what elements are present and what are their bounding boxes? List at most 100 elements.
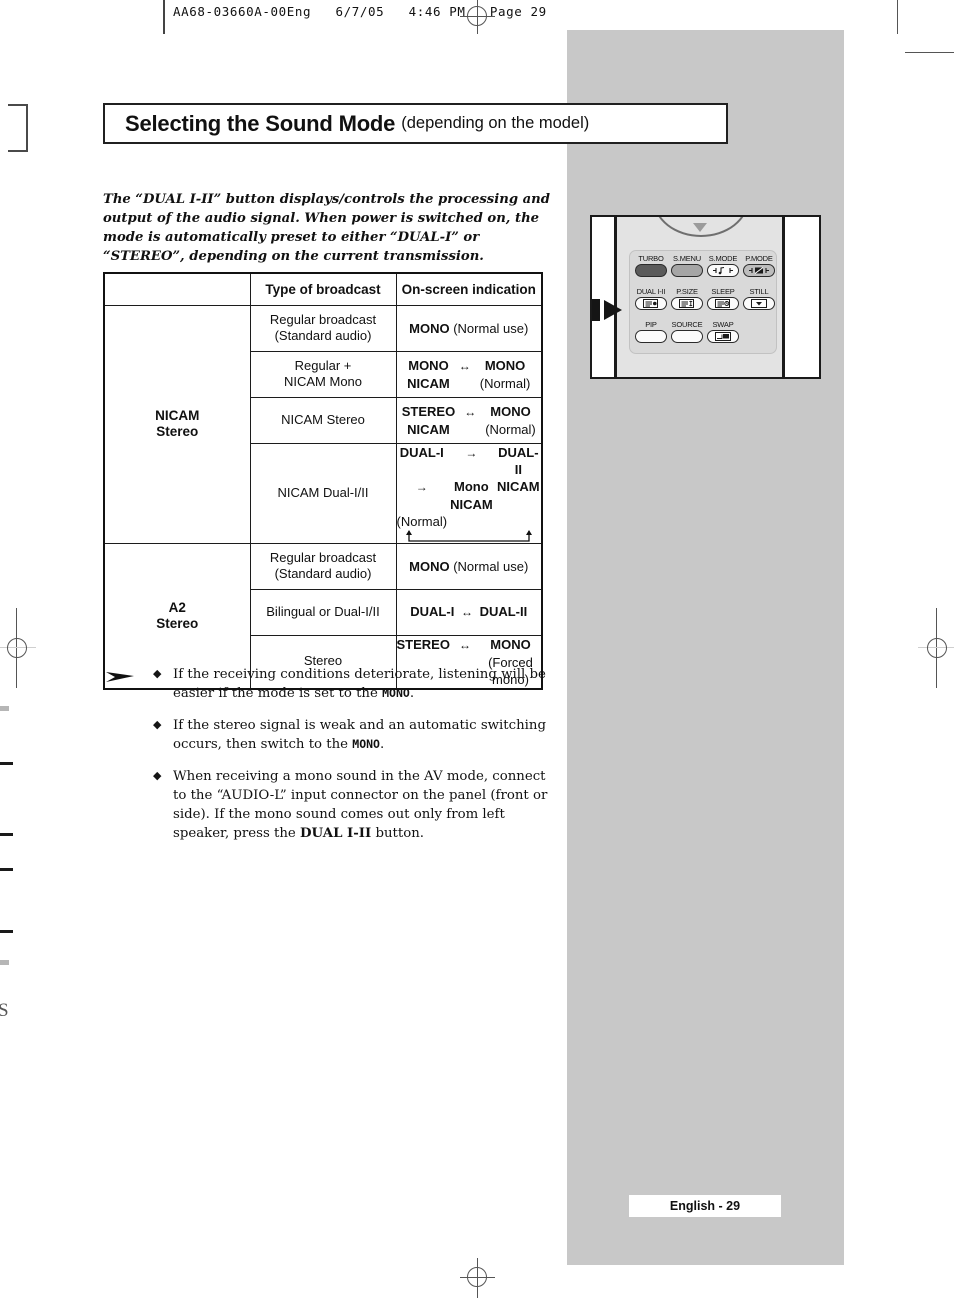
- remote-key-sleep[interactable]: SLEEP: [706, 287, 740, 310]
- edge-tick-1: [0, 706, 9, 711]
- swap-icon: [715, 332, 731, 341]
- remote-key-s-menu[interactable]: S.MENU: [670, 254, 704, 277]
- indication-step2-bottom: NICAM: [450, 496, 493, 512]
- broadcast-type-line2: (Standard audio): [274, 566, 372, 581]
- broadcast-type-line1: Regular broadcast: [269, 311, 377, 327]
- indication-left-top: MONO: [408, 357, 449, 373]
- group-label-line1: A2: [168, 599, 186, 615]
- indication-primary: MONO: [409, 320, 450, 336]
- remote-key-label: S.MODE: [708, 254, 738, 263]
- edge-tick-6: [0, 960, 9, 965]
- broadcast-type-line2: (Standard audio): [274, 328, 372, 343]
- remote-key-still[interactable]: STILL: [742, 287, 776, 310]
- remote-key-label: PIP: [645, 320, 657, 329]
- indication-left-top: STEREO: [396, 636, 450, 652]
- remote-key-source[interactable]: SOURCE: [670, 320, 704, 343]
- intro-paragraph: The “DUAL I-II” button displays/controls…: [103, 192, 550, 264]
- indication-note: (Normal use): [453, 320, 529, 336]
- page-title: Selecting the Sound Mode: [125, 110, 396, 136]
- indication-step3-bottom: (Normal): [396, 513, 448, 529]
- remote-key-surface[interactable]: [707, 297, 739, 310]
- note-text: When receiving a mono sound in the AV mo…: [173, 767, 558, 843]
- broadcast-type-line1: Regular broadcast: [269, 549, 377, 565]
- table-row: NICAM Stereo Regular broadcast (Standard…: [103, 304, 543, 544]
- loop-back-arrow-icon: [405, 529, 532, 542]
- bullet-icon: ◆: [153, 719, 162, 731]
- nav-down-icon: [693, 223, 707, 232]
- toggle-arrow-icon: ↔: [458, 637, 471, 652]
- sleep-timer-icon: [715, 299, 730, 308]
- remote-key-label: P.SIZE: [676, 287, 698, 296]
- toggle-arrow-icon: ↔: [460, 605, 473, 619]
- reg-mark-left-circle: [7, 638, 27, 658]
- remote-key-surface[interactable]: [671, 330, 703, 343]
- broadcast-type-line2: NICAM Mono: [283, 374, 363, 389]
- sound-mode-icon: [713, 266, 733, 275]
- column-header-type: Type of broadcast: [249, 272, 397, 306]
- note-item: ◆ If the stereo signal is weak and an au…: [103, 716, 558, 754]
- remote-key-label: P.MODE: [745, 254, 773, 263]
- remote-key-surface[interactable]: [707, 330, 739, 343]
- remote-key-pip[interactable]: PIP: [634, 320, 668, 343]
- indication-left-bottom: NICAM: [407, 375, 450, 391]
- remote-key-p-mode[interactable]: P.MODE: [742, 254, 776, 277]
- indication-right-bottom: (Normal): [479, 375, 531, 391]
- notes-section: ◆ If the receiving conditions deteriorat…: [103, 665, 558, 856]
- note-text: If the receiving conditions deteriorate,…: [173, 665, 558, 703]
- picture-size-icon: [679, 299, 694, 308]
- broadcast-type-cell: NICAM Dual-I/II: [249, 442, 397, 544]
- page-title-banner: Selecting the Sound Mode (depending on t…: [103, 103, 728, 144]
- indication-note: (Normal use): [453, 558, 529, 574]
- callout-pointer-icon: [592, 299, 622, 321]
- remote-key-surface[interactable]: [635, 330, 667, 343]
- indication-cell: STEREO ↔ MONO NICAM (Normal): [395, 396, 543, 444]
- remote-key-surface[interactable]: [743, 297, 775, 310]
- remote-body: TURBO S.MENU S.MODE P.MODE DUAL I-II P.S…: [614, 217, 785, 377]
- indication-cell: MONO ↔ MONO NICAM (Normal): [395, 350, 543, 398]
- remote-key-p-size[interactable]: P.SIZE: [670, 287, 704, 310]
- dual-sound-icon: [643, 299, 658, 308]
- indication-left-top: STEREO: [401, 403, 456, 419]
- edge-tick-2: [0, 762, 13, 765]
- broadcast-type-cell: Bilingual or Dual-I/II: [249, 588, 397, 636]
- remote-key-dual-i-ii[interactable]: DUAL I-II: [634, 287, 668, 310]
- note-text-prefix: If the receiving conditions deteriorate,…: [173, 667, 546, 701]
- remote-key-label: S.MENU: [673, 254, 701, 263]
- remote-key-surface[interactable]: [707, 264, 739, 277]
- remote-key-label: TURBO: [638, 254, 664, 263]
- group-label-line1: NICAM: [155, 408, 200, 423]
- remote-key-surface[interactable]: [671, 264, 703, 277]
- note-pointer-icon: [106, 672, 134, 682]
- remote-key-s-mode[interactable]: S.MODE: [706, 254, 740, 277]
- indication-step1-bottom: NICAM: [497, 478, 540, 494]
- broadcast-type-line1: NICAM Stereo: [281, 411, 365, 427]
- broadcast-type-line1: Bilingual or Dual-I/II: [266, 603, 380, 619]
- remote-key-surface[interactable]: [635, 297, 667, 310]
- note-text: If the stereo signal is weak and an auto…: [173, 716, 558, 754]
- remote-key-surface[interactable]: [743, 264, 775, 277]
- remote-key-label: STILL: [749, 287, 769, 296]
- indication-right: DUAL-II: [479, 604, 528, 619]
- remote-key-turbo[interactable]: TURBO: [634, 254, 668, 277]
- reg-mark-bottom-circle: [467, 1267, 487, 1287]
- indication-step1-top: DUAL-I: [399, 444, 444, 460]
- note-text-suffix: .: [409, 686, 415, 701]
- corner-bracket-left: [8, 104, 28, 152]
- indication-right-bottom: (Normal): [485, 421, 536, 437]
- remote-button-panel: TURBO S.MENU S.MODE P.MODE DUAL I-II P.S…: [629, 250, 777, 354]
- group-label-line2: Stereo: [156, 615, 199, 631]
- remote-key-surface[interactable]: [671, 297, 703, 310]
- note-mono-term: MONO: [352, 737, 380, 751]
- broadcast-type-line1: Regular +: [294, 357, 352, 373]
- indication-right-top: MONO: [484, 357, 526, 373]
- remote-key-swap[interactable]: SWAP: [706, 320, 740, 343]
- page-footer: English - 29: [629, 1195, 781, 1217]
- page-title-subtitle: (depending on the model): [401, 114, 590, 132]
- crop-mark-top-right-vline: [897, 0, 899, 34]
- column-header-indication: On-screen indication: [395, 272, 543, 306]
- indication-right-top: MONO: [490, 636, 531, 652]
- next-arrow-icon: →: [415, 479, 428, 494]
- remote-key-surface[interactable]: [635, 264, 667, 277]
- reg-mark-top-circle: [467, 6, 487, 26]
- broadcast-type-cell: Regular broadcast (Standard audio): [249, 542, 397, 590]
